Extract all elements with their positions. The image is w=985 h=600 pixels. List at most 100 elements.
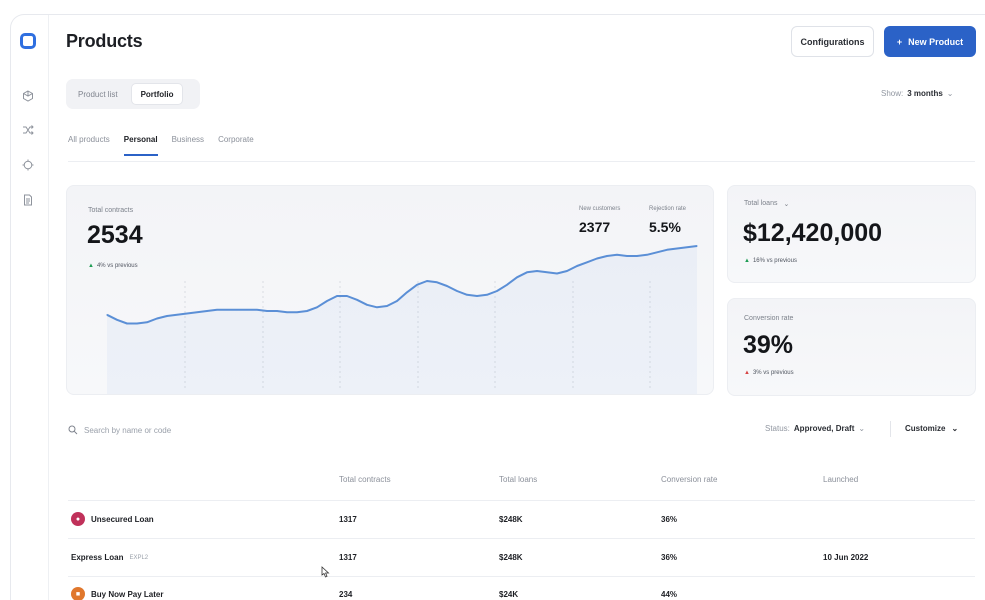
range-select[interactable]: Show: 3 months ⌄ xyxy=(881,89,954,98)
chart-point xyxy=(236,309,238,311)
chart-point xyxy=(246,309,248,311)
row-name: Unsecured Loan xyxy=(91,514,154,524)
range-prefix: Show: xyxy=(881,89,904,98)
chart-point xyxy=(506,284,508,286)
table-row[interactable]: ● Unsecured Loan xyxy=(71,512,154,526)
total-loans-delta: ▲ 16% vs previous xyxy=(744,258,797,264)
row-name: Buy Now Pay Later xyxy=(91,589,164,599)
chart-point xyxy=(286,311,288,313)
contracts-value: 2534 xyxy=(87,221,143,249)
row-code: EXPL2 xyxy=(129,554,149,561)
row-contracts: 1317 xyxy=(339,553,357,562)
view-option-product-list[interactable]: Product list xyxy=(69,83,127,105)
target-icon[interactable] xyxy=(22,158,34,171)
column-header-launched[interactable]: Launched xyxy=(823,475,858,484)
chart-point xyxy=(296,311,298,313)
plus-icon: + xyxy=(896,36,903,47)
chart-point xyxy=(446,285,448,287)
tab-corporate[interactable]: Corporate xyxy=(218,135,254,156)
bag-icon: ■ xyxy=(71,587,85,600)
chart-point xyxy=(576,265,578,267)
lock-icon: ● xyxy=(71,512,85,526)
search-icon xyxy=(68,425,78,435)
chart-point xyxy=(436,281,438,283)
chart-area xyxy=(107,246,697,394)
column-header-total-contracts[interactable]: Total contracts xyxy=(339,475,391,484)
row-contracts: 234 xyxy=(339,590,353,599)
column-header-total-loans[interactable]: Total loans xyxy=(499,475,537,484)
new-product-button[interactable]: + New Product xyxy=(884,26,976,57)
row-loans: $24K xyxy=(499,590,519,599)
rejection-rate-label: Rejection rate xyxy=(649,206,687,212)
arrow-up-icon: ▲ xyxy=(88,263,94,269)
mouse-cursor-icon xyxy=(321,566,330,578)
chart-point xyxy=(646,254,648,256)
tab-personal[interactable]: Personal xyxy=(123,135,158,156)
chart-point xyxy=(466,294,468,296)
total-loans-label: Total loans xyxy=(744,200,778,207)
new-product-label: New Product xyxy=(908,36,964,47)
chart-point xyxy=(586,261,588,263)
chart-point xyxy=(486,294,488,296)
chart-point xyxy=(116,319,118,321)
cube-icon[interactable] xyxy=(22,89,34,102)
contracts-label: Total contracts xyxy=(88,207,134,214)
status-filter[interactable]: Status: Approved, Draft ⌄ xyxy=(765,424,865,433)
chart-point xyxy=(266,310,268,312)
category-tabs: All products Personal Business Corporate xyxy=(68,135,254,156)
row-name: Express Loan xyxy=(71,553,124,562)
conversion-rate-label: Conversion rate xyxy=(744,315,794,322)
chart-point xyxy=(186,312,188,315)
row-loans: $248K xyxy=(499,553,523,562)
document-icon[interactable] xyxy=(22,193,34,206)
conversion-rate-delta: ▲ 3% vs previous xyxy=(744,370,794,376)
chart-point xyxy=(476,295,478,297)
tab-business[interactable]: Business xyxy=(172,135,204,156)
row-conversion: 36% xyxy=(661,553,678,562)
conversion-rate-card: Conversion rate 39% ▲ 3% vs previous xyxy=(727,298,976,396)
toolbar-divider xyxy=(890,421,891,437)
column-header-conversion-rate[interactable]: Conversion rate xyxy=(661,475,717,484)
tab-all-products[interactable]: All products xyxy=(68,135,110,156)
search-box[interactable]: Search by name or code xyxy=(68,425,171,435)
contracts-line-chart xyxy=(106,245,698,394)
chart-point xyxy=(176,314,178,316)
table-row[interactable]: ■ Buy Now Pay Later xyxy=(71,587,163,600)
chart-point xyxy=(376,306,378,308)
chart-point xyxy=(426,280,428,282)
total-loans-card: Total loans ⌄ $12,420,000 ▲ 16% vs previ… xyxy=(727,185,976,283)
chart-point xyxy=(206,310,208,312)
chart-point xyxy=(216,309,218,311)
chart-point xyxy=(596,257,598,260)
configurations-button[interactable]: Configurations xyxy=(791,26,874,57)
sidebar xyxy=(11,15,49,600)
search-input[interactable]: Search by name or code xyxy=(84,426,171,435)
app-window: Products Configurations + New Product Pr… xyxy=(10,14,985,600)
shuffle-icon[interactable] xyxy=(22,123,34,135)
total-loans-value: $12,420,000 xyxy=(743,219,883,247)
chart-point xyxy=(496,290,498,292)
customize-button[interactable]: Customize ⌄ xyxy=(905,424,958,433)
app-logo[interactable] xyxy=(20,33,36,49)
chart-point xyxy=(566,270,568,272)
chart-point xyxy=(666,249,668,251)
total-loans-select[interactable]: Total loans ⌄ xyxy=(744,200,789,208)
view-option-portfolio[interactable]: Portfolio xyxy=(130,83,184,105)
contracts-card: Total contracts 2534 ▲ 4% vs previous Ne… xyxy=(66,185,714,395)
chart-point xyxy=(616,254,618,256)
chart-point xyxy=(346,295,348,297)
chart-point xyxy=(226,309,228,311)
chart-point xyxy=(526,271,528,273)
chart-point xyxy=(416,284,418,286)
chart-point xyxy=(256,309,258,311)
chart-point xyxy=(276,310,278,312)
page-title: Products xyxy=(66,31,143,51)
chart-point xyxy=(396,300,398,302)
table-header-divider xyxy=(68,500,975,501)
chart-point xyxy=(516,276,518,278)
chart-point xyxy=(316,306,318,308)
row-divider xyxy=(68,538,975,539)
chart-point xyxy=(326,300,328,302)
table-row[interactable]: Express Loan EXPL2 xyxy=(71,553,148,562)
customize-label: Customize xyxy=(905,424,946,433)
